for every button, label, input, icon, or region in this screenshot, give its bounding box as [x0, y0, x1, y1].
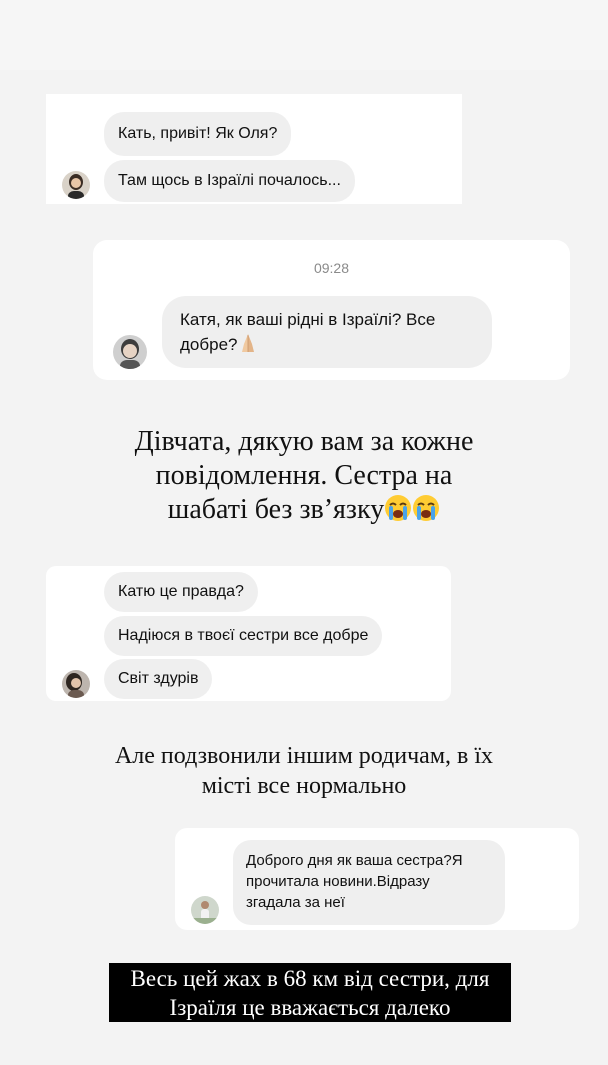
- message-bubble: Там щось в Ізраїлі почалось...: [104, 160, 355, 202]
- chat-screenshot-2: 09:28 Катя, як ваші рідні в Ізраїлі? Все…: [93, 240, 570, 380]
- message-text: Катю це правда?: [118, 583, 244, 600]
- chat-screenshot-4: Доброго дня як ваша сестра?Я прочитала н…: [175, 828, 579, 930]
- avatar: [62, 670, 90, 698]
- loudly-crying-face-icon: [384, 494, 412, 531]
- message-bubble: Світ здурів: [104, 659, 213, 699]
- message-bubble: Катю це правда?: [104, 572, 258, 612]
- top-band: [0, 0, 608, 70]
- story-caption-highlighted: Весь цей жах в 68 км від сестри, для Ізр…: [109, 963, 511, 1022]
- caption-line: Дівчата, дякую вам за кожне: [134, 426, 474, 457]
- caption-line: Але подзвонили іншим родичам, в їх: [114, 743, 494, 769]
- message-timestamp: 09:28: [313, 260, 350, 276]
- message-text: Надіюся в твоєї сестри все добре: [118, 627, 369, 644]
- chat-screenshot-3: Катю це правда? Надіюся в твоєї сестри в…: [46, 566, 451, 701]
- praying-hands-icon: [237, 332, 259, 361]
- caption-line: Весь цей жах в 68 км від сестри, для: [130, 966, 490, 991]
- message-text: Світ здурів: [118, 670, 199, 687]
- avatar: [113, 335, 147, 369]
- caption-line: шабаті без зв’язку: [167, 494, 385, 525]
- story-caption: Дівчата, дякую вам за кожне повідомлення…: [0, 425, 608, 531]
- message-bubble: Надіюся в твоєї сестри все добре: [104, 616, 383, 656]
- message-text-line: Катя, як ваші рідні в Ізраїлі? Все: [180, 310, 436, 329]
- message-text: Кать, привіт! Як Оля?: [118, 125, 278, 142]
- message-bubble: Катя, як ваші рідні в Ізраїлі? Все добре…: [162, 296, 492, 368]
- chat-screenshot-1: Кать, привіт! Як Оля? Там щось в Ізраїлі…: [46, 94, 462, 204]
- message-bubble: Доброго дня як ваша сестра?Я прочитала н…: [233, 840, 505, 925]
- caption-line: Ізраїля це вважається далеко: [169, 995, 451, 1020]
- caption-line: повідомлення. Сестра на: [155, 460, 453, 491]
- message-text-line: згадала за неї: [246, 894, 345, 911]
- avatar: [191, 896, 219, 924]
- message-bubble: Кать, привіт! Як Оля?: [104, 112, 292, 156]
- story-caption: Але подзвонили іншим родичам, в їх місті…: [0, 741, 608, 801]
- loudly-crying-face-icon: [412, 494, 440, 531]
- avatar: [62, 171, 90, 199]
- caption-line: місті все нормально: [201, 773, 407, 799]
- message-text-line: добре?: [180, 335, 238, 354]
- message-text-line: прочитала новини.Відразу: [246, 873, 430, 890]
- message-text: Там щось в Ізраїлі почалось...: [118, 172, 341, 189]
- message-text-line: Доброго дня як ваша сестра?Я: [246, 852, 463, 869]
